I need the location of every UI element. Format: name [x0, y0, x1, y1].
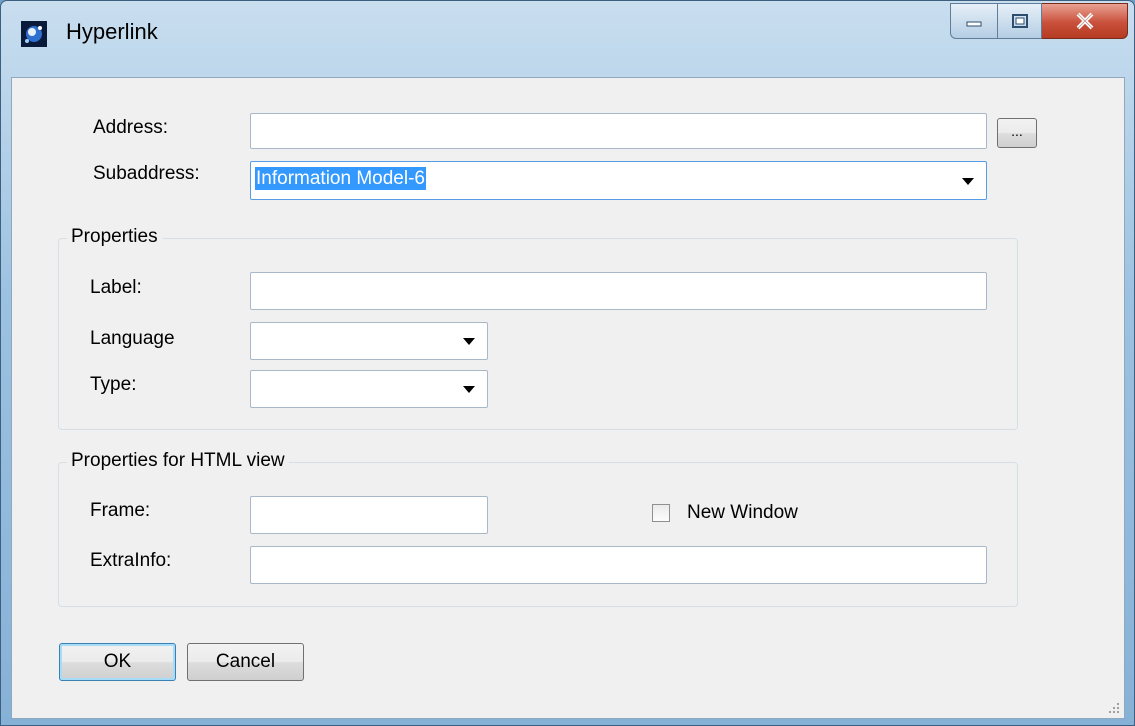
type-combo[interactable]: [250, 370, 488, 408]
new-window-label[interactable]: New Window: [687, 502, 798, 524]
cancel-button[interactable]: Cancel: [187, 643, 304, 681]
title-bar[interactable]: Hyperlink: [1, 1, 1134, 77]
chevron-down-icon[interactable]: [463, 386, 475, 393]
close-icon: [1076, 12, 1093, 30]
label-field-label: Label:: [90, 277, 142, 298]
extrainfo-label: ExtraInfo:: [90, 550, 172, 571]
app-icon: [21, 21, 47, 47]
properties-group-title: Properties: [67, 226, 162, 248]
close-button[interactable]: [1042, 3, 1128, 39]
minimize-button[interactable]: [950, 3, 998, 39]
subaddress-label: Subaddress:: [93, 163, 200, 184]
window-title: Hyperlink: [66, 19, 158, 44]
address-label: Address:: [93, 117, 168, 138]
html-view-group: Properties for HTML view: [58, 450, 1018, 607]
address-input[interactable]: [250, 113, 987, 149]
properties-group: Properties: [58, 226, 1018, 430]
label-input[interactable]: [250, 272, 987, 310]
maximize-icon: [1011, 14, 1028, 28]
new-window-checkbox[interactable]: [652, 504, 670, 522]
frame-input[interactable]: [250, 496, 488, 534]
resize-grip-icon[interactable]: [1108, 702, 1120, 714]
minimize-icon: [966, 21, 982, 27]
ok-button[interactable]: OK: [59, 643, 176, 681]
language-combo[interactable]: [250, 322, 488, 360]
browse-button[interactable]: ...: [997, 118, 1037, 148]
hyperlink-dialog: Hyperlink Address: ... Subaddress: Infor…: [0, 0, 1135, 726]
dialog-body: Address: ... Subaddress: Information Mod…: [11, 77, 1125, 719]
chevron-down-icon[interactable]: [962, 177, 974, 185]
extrainfo-input[interactable]: [250, 546, 987, 584]
maximize-button[interactable]: [998, 3, 1042, 39]
language-label: Language: [90, 328, 175, 349]
frame-label: Frame:: [90, 500, 151, 521]
html-view-group-title: Properties for HTML view: [67, 450, 289, 472]
subaddress-combo[interactable]: Information Model-6: [250, 161, 987, 200]
chevron-down-icon[interactable]: [463, 338, 475, 345]
subaddress-selected-text: Information Model-6: [255, 167, 426, 190]
type-label: Type:: [90, 374, 137, 395]
